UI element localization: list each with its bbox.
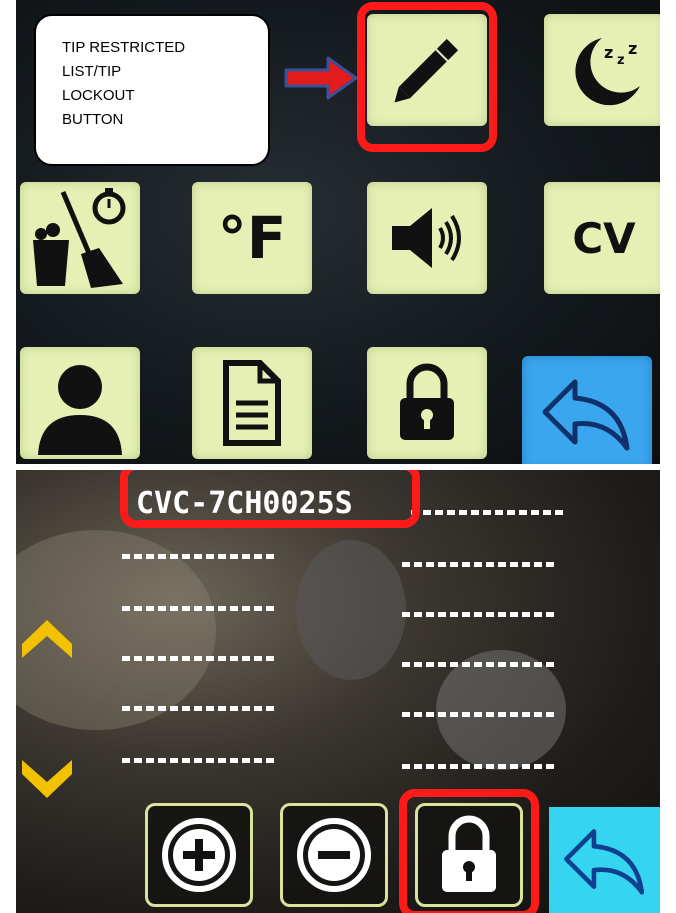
temperature-unit-button[interactable]: °F — [192, 182, 312, 294]
top-screen-photo: z z z °F CV TIP RESTRICTED LIST/TIP LOCK… — [16, 0, 660, 464]
tip-slot[interactable] — [122, 758, 274, 763]
document-button[interactable] — [192, 347, 312, 459]
highlight-lock-button — [399, 789, 539, 913]
highlight-tip-lockout — [357, 2, 497, 152]
bottom-screen-photo: CVC-7CH0025S — [16, 470, 660, 913]
user-icon — [38, 365, 122, 455]
back-button[interactable] — [549, 807, 660, 913]
plus-circle-icon — [162, 818, 236, 892]
svg-text:z: z — [604, 43, 613, 62]
tip-slot[interactable] — [122, 606, 274, 611]
temp-unit-icon: °F — [217, 204, 287, 272]
lock-button[interactable] — [367, 347, 487, 459]
callout-text: TIP RESTRICTED LIST/TIP LOCKOUT BUTTON — [62, 39, 186, 128]
tip-slot[interactable] — [402, 562, 554, 567]
cleaning-timer-button[interactable] — [20, 182, 140, 294]
document-icon — [223, 360, 281, 446]
minus-circle-icon — [297, 818, 371, 892]
tip-slot[interactable] — [122, 554, 274, 559]
callout-box: TIP RESTRICTED LIST/TIP LOCKOUT BUTTON — [34, 14, 270, 166]
svg-text:z: z — [628, 39, 637, 58]
pointer-arrow — [284, 56, 358, 100]
chevron-down-icon[interactable] — [20, 756, 74, 802]
back-arrow-icon — [563, 829, 644, 895]
tip-slot[interactable] — [122, 706, 274, 711]
blur-shape — [296, 540, 406, 680]
tip-slot[interactable] — [122, 656, 274, 661]
blur-shape — [436, 650, 566, 770]
lock-icon — [400, 363, 454, 440]
cv-button[interactable]: CV — [544, 182, 660, 294]
clean-timer-icon — [33, 188, 126, 288]
chevron-up-icon[interactable] — [20, 616, 74, 662]
add-tip-button[interactable] — [145, 803, 253, 907]
tip-slot[interactable] — [402, 662, 554, 667]
speaker-icon — [392, 208, 461, 268]
back-button[interactable] — [522, 356, 652, 464]
moon-sleep-icon: z z z — [575, 38, 640, 106]
cv-text-icon: CV — [572, 213, 636, 263]
volume-button[interactable] — [367, 182, 487, 294]
highlight-model-name — [120, 470, 420, 528]
tip-slot[interactable] — [402, 612, 554, 617]
back-arrow-icon — [542, 379, 630, 451]
user-button[interactable] — [20, 347, 140, 459]
remove-tip-button[interactable] — [280, 803, 388, 907]
tip-slot[interactable] — [402, 764, 554, 769]
tip-slot[interactable] — [411, 510, 563, 515]
tip-slot[interactable] — [402, 712, 554, 717]
sleep-button[interactable]: z z z — [544, 14, 660, 126]
svg-text:z: z — [617, 53, 625, 68]
